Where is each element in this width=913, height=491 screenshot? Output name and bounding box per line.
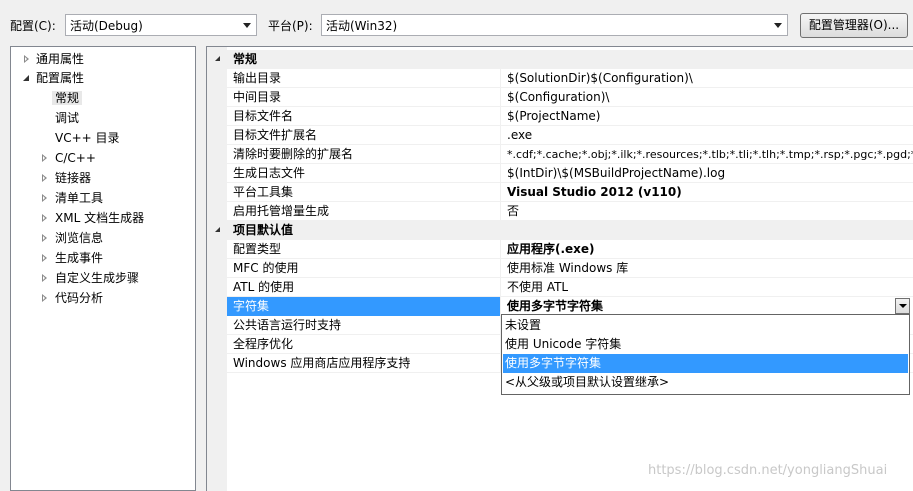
property-row[interactable]: 启用托管增量生成 否 [207, 202, 913, 221]
dropdown-option-multibyte[interactable]: 使用多字节字符集 [503, 354, 908, 373]
property-row[interactable]: 生成日志文件 $(IntDir)\$(MSBuildProjectName).l… [207, 164, 913, 183]
config-combo-value: 活动(Debug) [70, 19, 143, 33]
property-value: 否 [507, 204, 520, 218]
property-value: 不使用 ATL [507, 280, 569, 294]
property-value: .exe [507, 128, 533, 142]
expand-arrow-icon[interactable] [42, 274, 47, 282]
category-project-defaults[interactable]: 项目默认值 [207, 221, 913, 240]
dropdown-option-unicode[interactable]: 使用 Unicode 字符集 [503, 335, 908, 354]
property-value: *.cdf;*.cache;*.obj;*.ilk;*.resources;*.… [507, 148, 913, 161]
platform-label: 平台(P): [268, 19, 313, 33]
charset-dropdown-list: 未设置 使用 Unicode 字符集 使用多字节字符集 <从父级或项目默认设置继… [501, 314, 910, 395]
config-label: 配置(C): [10, 19, 56, 33]
property-name: 目标文件扩展名 [233, 128, 318, 142]
property-value: 使用标准 Windows 库 [507, 261, 629, 275]
tree-item-vc-directories[interactable]: VC++ 目录 [55, 128, 120, 148]
property-row[interactable]: 目标文件扩展名 .exe [207, 126, 913, 145]
collapse-arrow-icon[interactable] [215, 56, 220, 61]
platform-combo-value: 活动(Win32) [326, 19, 398, 33]
chevron-down-icon [243, 23, 251, 28]
property-value: $(SolutionDir)$(Configuration)\ [507, 71, 693, 85]
tree-item-label: 自定义生成步骤 [55, 271, 140, 285]
tree-item-general[interactable]: 常规 [52, 88, 83, 108]
property-name: 目标文件名 [233, 109, 294, 123]
category-title: 项目默认值 [233, 223, 294, 237]
watermark: https://blog.csdn.net/yongliangShuai [648, 463, 888, 478]
property-row[interactable]: 目标文件名 $(ProjectName) [207, 107, 913, 126]
property-name: 中间目录 [233, 90, 282, 104]
expand-arrow-icon[interactable] [24, 55, 29, 63]
collapse-arrow-icon[interactable] [215, 227, 220, 232]
property-name: 全程序优化 [233, 337, 294, 351]
expand-arrow-icon[interactable] [42, 174, 47, 182]
property-row[interactable]: MFC 的使用 使用标准 Windows 库 [207, 259, 913, 278]
property-name: MFC 的使用 [233, 261, 299, 275]
tree-item-label: 常规 [52, 91, 83, 105]
tree-item-label: 链接器 [55, 171, 92, 185]
chevron-down-icon [774, 23, 782, 28]
property-name: 清除时要删除的扩展名 [233, 147, 354, 161]
config-manager-button[interactable]: 配置管理器(O)... [800, 13, 908, 38]
property-value: 使用多字节字符集 [507, 299, 604, 313]
tree-item-label: 代码分析 [55, 291, 104, 305]
tree-item-label: 浏览信息 [55, 231, 104, 245]
property-value: $(IntDir)\$(MSBuildProjectName).log [507, 166, 726, 180]
expand-arrow-icon[interactable] [42, 234, 47, 242]
property-name: Windows 应用商店应用程序支持 [233, 356, 411, 370]
config-combo[interactable]: 活动(Debug) [65, 14, 257, 36]
property-tree: 通用属性 配置属性 常规 调试 VC++ 目录 C/C++ 链接器 清单工具 X… [10, 46, 196, 491]
property-name: 平台工具集 [233, 185, 294, 199]
property-name: 配置类型 [233, 242, 282, 256]
category-title: 常规 [233, 52, 258, 66]
tree-item-debugging[interactable]: 调试 [55, 108, 79, 128]
property-name: 启用托管增量生成 [233, 204, 330, 218]
property-name: 生成日志文件 [233, 166, 306, 180]
expand-arrow-icon[interactable] [42, 214, 47, 222]
tree-item-label: C/C++ [55, 151, 96, 165]
property-name: 字符集 [233, 299, 270, 313]
property-grid: 常规 输出目录 $(SolutionDir)$(Configuration)\ … [206, 46, 913, 491]
property-row[interactable]: 平台工具集 Visual Studio 2012 (v110) [207, 183, 913, 202]
tree-item-label: 生成事件 [55, 251, 104, 265]
property-value: 应用程序(.exe) [507, 242, 595, 256]
property-name: 输出目录 [233, 71, 282, 85]
property-row[interactable]: 中间目录 $(Configuration)\ [207, 88, 913, 107]
expand-arrow-icon[interactable] [42, 294, 47, 302]
tree-item-label: 配置属性 [36, 71, 85, 85]
dropdown-option-inherit[interactable]: <从父级或项目默认设置继承> [503, 373, 908, 392]
category-general[interactable]: 常规 [207, 50, 913, 69]
chevron-down-icon [899, 304, 907, 308]
tree-item-label: 清单工具 [55, 191, 104, 205]
property-row[interactable]: 配置类型 应用程序(.exe) [207, 240, 913, 259]
tree-item-label: VC++ 目录 [55, 131, 120, 145]
property-value: $(ProjectName) [507, 109, 601, 123]
property-row[interactable]: ATL 的使用 不使用 ATL [207, 278, 913, 297]
property-value: Visual Studio 2012 (v110) [507, 185, 682, 199]
property-name: ATL 的使用 [233, 280, 295, 294]
platform-combo[interactable]: 活动(Win32) [321, 14, 788, 36]
expand-arrow-icon[interactable] [42, 194, 47, 202]
tree-item-label: XML 文档生成器 [55, 211, 145, 225]
property-row[interactable]: 清除时要删除的扩展名 *.cdf;*.cache;*.obj;*.ilk;*.r… [207, 145, 913, 164]
expand-arrow-icon[interactable] [42, 154, 47, 162]
tree-item-label: 通用属性 [36, 52, 85, 66]
dropdown-toggle-button[interactable] [895, 298, 910, 314]
collapse-arrow-icon[interactable] [23, 75, 29, 81]
dropdown-option-not-set[interactable]: 未设置 [503, 316, 908, 335]
expand-arrow-icon[interactable] [42, 254, 47, 262]
tree-item-label: 调试 [55, 111, 80, 125]
property-name: 公共语言运行时支持 [233, 318, 342, 332]
property-value: $(Configuration)\ [507, 90, 610, 104]
property-row[interactable]: 输出目录 $(SolutionDir)$(Configuration)\ [207, 69, 913, 88]
